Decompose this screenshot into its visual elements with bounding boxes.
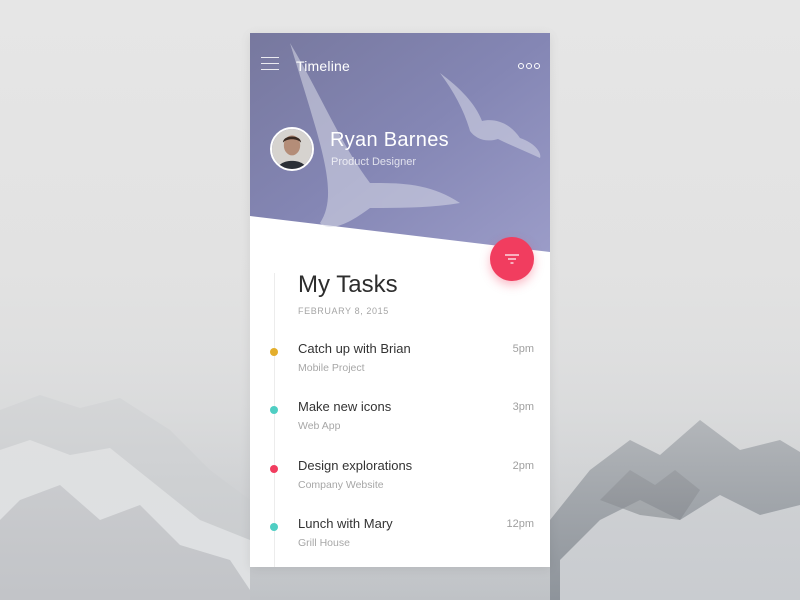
task-status-dot: [270, 406, 278, 414]
task-title: Lunch with Mary: [298, 516, 393, 531]
task-project: Web App: [298, 420, 341, 432]
task-project: Mobile Project: [298, 362, 365, 374]
section-title: My Tasks: [298, 271, 398, 298]
task-status-dot: [270, 348, 278, 356]
task-item[interactable]: Catch up with Brian Mobile Project 5pm: [250, 341, 550, 381]
task-time: 12pm: [506, 518, 534, 530]
page-title: Timeline: [296, 58, 350, 74]
hamburger-menu-icon[interactable]: [261, 57, 279, 73]
avatar[interactable]: [270, 127, 314, 171]
task-time: 2pm: [512, 460, 534, 472]
more-dots-icon[interactable]: [518, 62, 540, 70]
task-item[interactable]: Design explorations Company Website 2pm: [250, 458, 550, 498]
task-status-dot: [270, 523, 278, 531]
timeline-card: Timeline Ryan Barnes Product Designer My…: [250, 33, 550, 567]
task-title: Catch up with Brian: [298, 341, 411, 356]
task-title: Make new icons: [298, 399, 392, 414]
task-time: 3pm: [512, 401, 534, 413]
task-title: Design explorations: [298, 458, 413, 473]
task-item[interactable]: Lunch with Mary Grill House 12pm: [250, 516, 550, 556]
task-project: Grill House: [298, 537, 350, 549]
task-item[interactable]: Make new icons Web App 3pm: [250, 399, 550, 439]
task-time: 5pm: [512, 343, 534, 355]
task-project: Company Website: [298, 479, 384, 491]
filter-button[interactable]: [490, 237, 534, 281]
profile-name: Ryan Barnes: [330, 129, 449, 151]
filter-icon: [505, 254, 519, 264]
profile-role: Product Designer: [331, 156, 416, 168]
section-date: FEBRUARY 8, 2015: [298, 306, 389, 316]
task-status-dot: [270, 465, 278, 473]
